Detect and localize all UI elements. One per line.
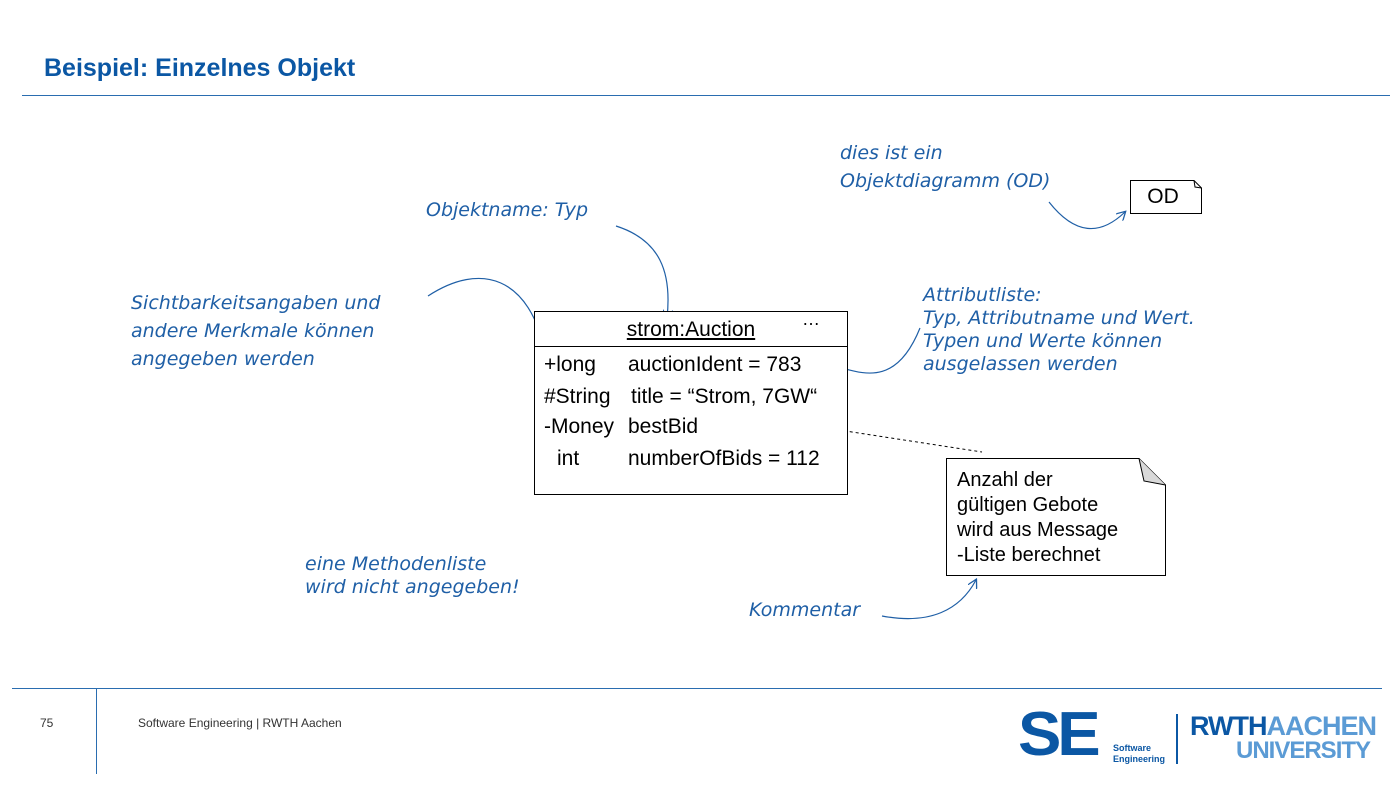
arrow-od <box>1048 201 1125 230</box>
attribute-modifier: int <box>557 447 580 470</box>
annotation-objektname: Objektname: Typ <box>426 198 588 222</box>
se-logo-sub: Software Engineering <box>1113 743 1165 765</box>
uml-object-header: strom:Auction … <box>535 309 847 347</box>
annotation-line: Sichtbarkeitsangaben und <box>131 292 381 314</box>
arrow-sichtbarkeit <box>427 277 546 356</box>
attribute-modifier: #String <box>544 385 611 408</box>
annotation-attributliste: Attributliste: Typ, Attributname und Wer… <box>923 284 1195 376</box>
comment-text: Anzahl der gültigen Gebote wird aus Mess… <box>957 468 1118 568</box>
rwth-logo-top: RWTHAACHEN <box>1190 712 1377 740</box>
rwth-logo-university: UNIVERSITY <box>1236 737 1371 764</box>
object-ellipsis: … <box>802 309 821 329</box>
od-diagram-tag: OD <box>1130 180 1202 214</box>
se-logo: SE Software Engineering <box>1018 702 1168 772</box>
comment-line: Anzahl der <box>957 469 1053 491</box>
attribute-modifier: -Money <box>544 415 615 438</box>
footer-divider <box>96 688 97 774</box>
arrow-objektname <box>615 225 668 318</box>
comment-note: Anzahl der gültigen Gebote wird aus Mess… <box>946 458 1166 576</box>
comment-line: gültigen Gebote <box>957 494 1099 516</box>
annotation-od-hint: dies ist ein Objektdiagramm (OD) <box>840 139 1050 195</box>
annotation-line: angegeben werden <box>131 348 315 370</box>
annotation-methodenliste: eine Methodenliste wird nicht angegeben! <box>305 553 520 599</box>
annotation-line: eine Methodenliste <box>305 553 487 575</box>
annotation-sichtbarkeit: Sichtbarkeitsangaben und andere Merkmale… <box>131 289 380 373</box>
annotation-kommentar: Kommentar <box>749 599 861 621</box>
attribute-modifier: +long <box>544 353 596 376</box>
se-logo-sub-line: Engineering <box>1113 754 1166 764</box>
page-number: 75 <box>40 716 54 730</box>
footer-rule <box>12 688 1382 689</box>
annotation-line: Attributliste: <box>923 284 1042 306</box>
uml-object-box: strom:Auction … +long auctionIdent = 783… <box>534 309 848 495</box>
od-label: OD <box>1147 185 1179 208</box>
footer-text: Software Engineering | RWTH Aachen <box>138 716 342 730</box>
annotation-line: Objektname: Typ <box>426 199 589 221</box>
se-logo-sub-line: Software <box>1113 743 1152 753</box>
annotation-line: andere Merkmale können <box>131 320 375 342</box>
arrow-kommentar <box>881 580 976 620</box>
annotation-line: Typ, Attributname und Wert. <box>923 307 1195 329</box>
attribute-declaration: numberOfBids = 112 <box>628 447 820 470</box>
annotation-line: dies ist ein <box>840 142 943 164</box>
object-name: strom:Auction <box>626 318 756 341</box>
attribute-declaration: bestBid <box>628 415 699 438</box>
annotation-line: Objektdiagramm (OD) <box>840 170 1051 192</box>
attribute-declaration: title = “Strom, 7GW“ <box>631 385 818 408</box>
attribute-declaration: auctionIdent = 783 <box>628 353 802 376</box>
se-logo-letters: SE <box>1018 700 1101 769</box>
annotation-line: wird nicht angegeben! <box>305 576 520 598</box>
logo-separator <box>1176 714 1178 764</box>
comment-line: wird aus Message <box>957 519 1119 541</box>
comment-line: -Liste berechnet <box>957 544 1101 566</box>
annotation-line: Typen und Werte können <box>923 330 1163 352</box>
comment-anchor-line <box>825 427 983 453</box>
rwth-logo: RWTHAACHEN UNIVERSITY <box>1190 712 1377 768</box>
annotation-line: ausgelassen werden <box>923 353 1118 375</box>
